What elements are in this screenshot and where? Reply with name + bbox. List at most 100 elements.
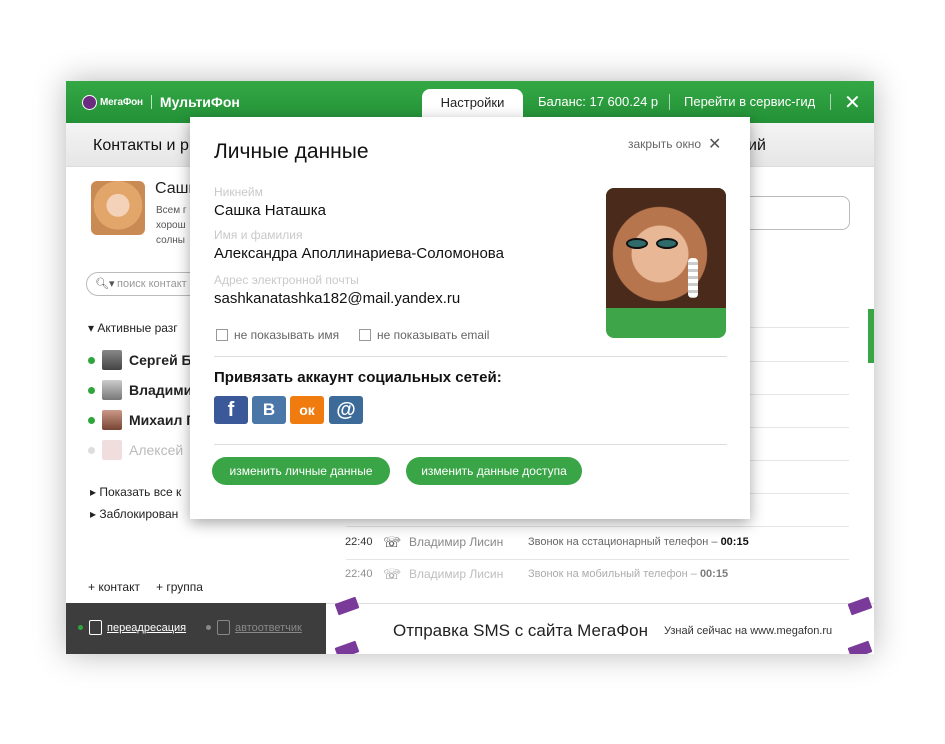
contact-avatar [102, 410, 122, 430]
bottom-toolbar: переадресация автоответчик [66, 603, 326, 654]
avatar[interactable] [91, 181, 145, 235]
contact-item[interactable]: Владими [88, 379, 192, 401]
call-history-row[interactable]: 22:40 ☏ ➜ Владимир Лисин Звонок на сстац… [345, 534, 845, 552]
phone-icon [217, 620, 230, 635]
contact-name: Владими [129, 382, 193, 398]
product-name: МультиФон [159, 94, 240, 110]
call-type: Звонок на мобильный телефон – [528, 568, 697, 580]
photo-detail [688, 258, 698, 298]
banner-title: Отправка SMS с сайта МегаФон [393, 621, 649, 640]
call-duration: 00:15 [699, 568, 729, 580]
contact-avatar [102, 350, 122, 370]
service-guide-link[interactable]: Перейти в сервис-гид [684, 94, 815, 109]
close-icon: ✕ [708, 136, 722, 153]
divider [830, 94, 831, 110]
nickname-label: Никнейм [214, 185, 263, 199]
logo-divider [150, 95, 152, 109]
hide-email-checkbox[interactable]: не показывать email [359, 328, 489, 342]
search-placeholder: поиск контакт [117, 278, 187, 290]
logo-text: МегаФон [100, 96, 143, 108]
status-dot-icon [206, 625, 211, 630]
checkbox-icon [359, 329, 371, 341]
forwarding-link[interactable]: переадресация [78, 620, 186, 635]
hide-name-checkbox[interactable]: не показывать имя [216, 328, 339, 342]
forward-icon [89, 620, 102, 635]
divider [346, 526, 849, 527]
scrollbar[interactable] [868, 309, 874, 363]
envelope-icon [334, 640, 360, 654]
envelope-icon [847, 640, 873, 654]
status-dot-icon [78, 625, 83, 630]
fullname-label: Имя и фамилия [214, 228, 303, 242]
call-time: 22:40 [345, 568, 373, 580]
call-duration: 00:15 [720, 536, 749, 548]
forwarding-label: переадресация [107, 621, 187, 634]
balance: Баланс: 17 600.24 р [538, 94, 659, 109]
change-personal-data-button[interactable]: изменить личные данные [212, 457, 390, 485]
contacts-heading: Контакты и р [93, 137, 189, 154]
checkbox-label: не показывать email [377, 328, 490, 342]
divider [669, 94, 670, 110]
call-description: Звонок на мобильный телефон – 00:15 [528, 568, 728, 580]
show-all-label: Показать все к [99, 485, 182, 499]
envelope-icon [847, 596, 873, 616]
contact-avatar [102, 440, 122, 460]
contact-name: Сергей Б [129, 352, 192, 368]
banner-subtitle: Узнай сейчас на www.megafon.ru [664, 625, 833, 637]
add-contact-button[interactable]: + контакт [88, 580, 140, 594]
sms-banner[interactable]: Отправка SMS с сайта МегаФон Узнай сейча… [326, 596, 874, 654]
divider [346, 559, 849, 560]
modal-title: Личные данные [214, 140, 369, 163]
blocked-label: Заблокирован [99, 507, 179, 521]
photo-detail [656, 238, 678, 249]
profile-photo[interactable] [606, 188, 726, 338]
nickname-value: Сашка Наташка [214, 202, 326, 219]
email-label: Адрес электронной почты [214, 273, 359, 287]
close-modal-button[interactable]: закрыть окно ✕ [628, 134, 721, 154]
autoresponder-label: автоответчик [235, 621, 302, 634]
online-status-icon [88, 386, 95, 394]
show-all-contacts[interactable]: ▸ Показать все к [90, 485, 181, 499]
divider [214, 356, 727, 357]
contact-avatar [102, 380, 122, 400]
logo: МегаФон МультиФон [82, 93, 240, 111]
blocked-contacts[interactable]: ▸ Заблокирован [90, 507, 178, 521]
photo-detail [626, 238, 648, 249]
close-icon[interactable]: ✕ [844, 90, 861, 115]
online-status-icon [88, 416, 95, 424]
active-conversations-toggle[interactable]: ▾ Активные разг [88, 321, 178, 335]
add-group-button[interactable]: + группа [156, 580, 203, 594]
personal-data-modal: Личные данные закрыть окно ✕ Никнейм Саш… [190, 117, 750, 519]
contact-item[interactable]: Михаил Г [88, 409, 194, 431]
contact-item[interactable]: Алексей [88, 439, 183, 461]
email-value: sashkanatashka182@mail.yandex.ru [214, 290, 461, 307]
incoming-arrow-icon: ➜ [393, 567, 402, 578]
odnoklassniki-icon[interactable]: ок [290, 396, 324, 424]
incoming-arrow-icon: ➜ [393, 535, 402, 546]
envelope-icon [334, 596, 360, 616]
fullname-value: Александра Аполлинариева-Соломонова [214, 245, 504, 262]
contact-item[interactable]: Сергей Б [88, 349, 192, 371]
call-history-row[interactable]: 22:40 ☏ ➜ Владимир Лисин Звонок на мобил… [345, 566, 845, 584]
caller-name: Владимир Лисин [409, 535, 504, 549]
facebook-icon[interactable]: f [214, 396, 248, 424]
social-title: Привязать аккаунт социальных сетей: [214, 369, 502, 386]
call-description: Звонок на сстационарный телефон – 00:15 [528, 536, 749, 548]
vkontakte-icon[interactable]: B [252, 396, 286, 424]
change-access-data-button[interactable]: изменить данные доступа [406, 457, 582, 485]
mail-icon[interactable]: @ [329, 396, 363, 424]
divider [214, 444, 727, 445]
search-input[interactable]: 🔍︎▾ поиск контакт [86, 272, 203, 296]
call-time: 22:40 [345, 536, 373, 548]
offline-status-icon [88, 446, 95, 454]
online-status-icon [88, 356, 95, 364]
contact-name: Алексей [129, 442, 184, 458]
search-icon: 🔍︎▾ [95, 278, 115, 290]
close-label: закрыть окно [628, 137, 702, 151]
caller-name: Владимир Лисин [409, 567, 504, 581]
history-heading: ий [748, 137, 766, 154]
call-type: Звонок на сстационарный телефон – [528, 536, 718, 548]
autoresponder-link[interactable]: автоответчик [206, 620, 302, 635]
section-label: Активные разг [97, 321, 178, 335]
contact-name: Михаил Г [129, 412, 195, 428]
